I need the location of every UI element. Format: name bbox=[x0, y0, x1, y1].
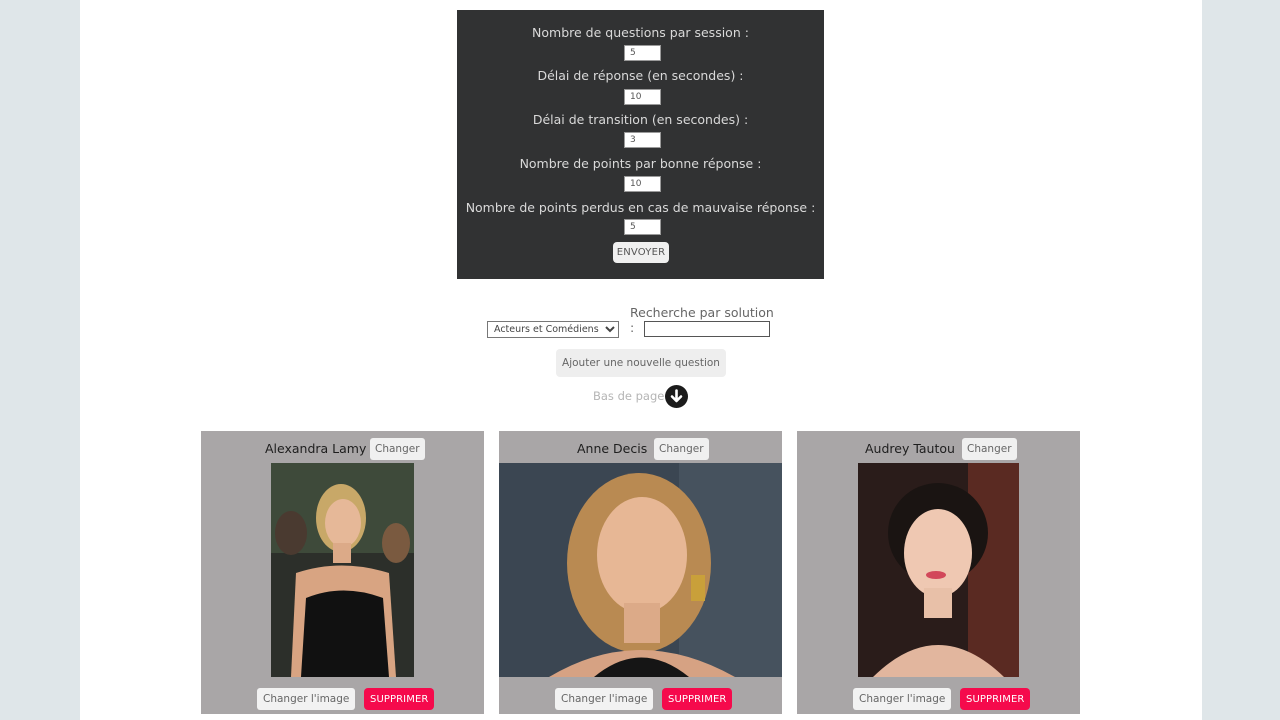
transition-delay-label: Délai de transition (en secondes) : bbox=[532, 112, 749, 127]
question-card: Anne Decis Changer Changer l'image SUPPR… bbox=[499, 431, 782, 714]
questions-per-session-input[interactable] bbox=[624, 45, 661, 61]
delete-button[interactable]: SUPPRIMER bbox=[662, 688, 733, 710]
card-name: Anne Decis bbox=[577, 441, 648, 456]
search-input[interactable] bbox=[644, 321, 770, 337]
change-image-button[interactable]: Changer l'image bbox=[257, 688, 356, 710]
change-name-button[interactable]: Changer bbox=[654, 438, 709, 460]
question-card: Alexandra Lamy Changer Changer l'image S… bbox=[201, 431, 484, 714]
add-question-button[interactable]: Ajouter une nouvelle question bbox=[556, 349, 726, 377]
card-name: Audrey Tautou bbox=[865, 441, 955, 456]
points-good-answer-input[interactable] bbox=[624, 176, 661, 192]
question-card: Audrey Tautou Changer Changer l'image SU… bbox=[797, 431, 1080, 714]
answer-delay-label: Délai de réponse (en secondes) : bbox=[537, 68, 744, 83]
change-image-button[interactable]: Changer l'image bbox=[853, 688, 952, 710]
transition-delay-input[interactable] bbox=[624, 132, 661, 148]
card-photo bbox=[858, 463, 1019, 677]
category-select[interactable]: Acteurs et Comédiens bbox=[487, 321, 619, 338]
points-lost-input[interactable] bbox=[624, 219, 661, 235]
answer-delay-input[interactable] bbox=[624, 89, 661, 105]
page-content: Nombre de questions par session : Délai … bbox=[80, 0, 1202, 720]
change-name-button[interactable]: Changer bbox=[962, 438, 1017, 460]
card-name: Alexandra Lamy bbox=[265, 441, 367, 456]
bottom-of-page-link[interactable]: Bas de page bbox=[593, 389, 664, 403]
arrow-down-circle-icon[interactable] bbox=[665, 385, 688, 408]
card-photo bbox=[271, 463, 414, 677]
questions-per-session-label: Nombre de questions par session : bbox=[532, 25, 749, 40]
send-button[interactable]: ENVOYER bbox=[613, 242, 669, 263]
change-name-button[interactable]: Changer bbox=[370, 438, 425, 460]
points-good-answer-label: Nombre de points par bonne réponse : bbox=[519, 156, 762, 171]
delete-button[interactable]: SUPPRIMER bbox=[960, 688, 1031, 710]
card-photo bbox=[499, 463, 782, 677]
delete-button[interactable]: SUPPRIMER bbox=[364, 688, 435, 710]
change-image-button[interactable]: Changer l'image bbox=[555, 688, 654, 710]
points-lost-label: Nombre de points perdus en cas de mauvai… bbox=[465, 200, 816, 215]
settings-panel: Nombre de questions par session : Délai … bbox=[457, 10, 824, 279]
